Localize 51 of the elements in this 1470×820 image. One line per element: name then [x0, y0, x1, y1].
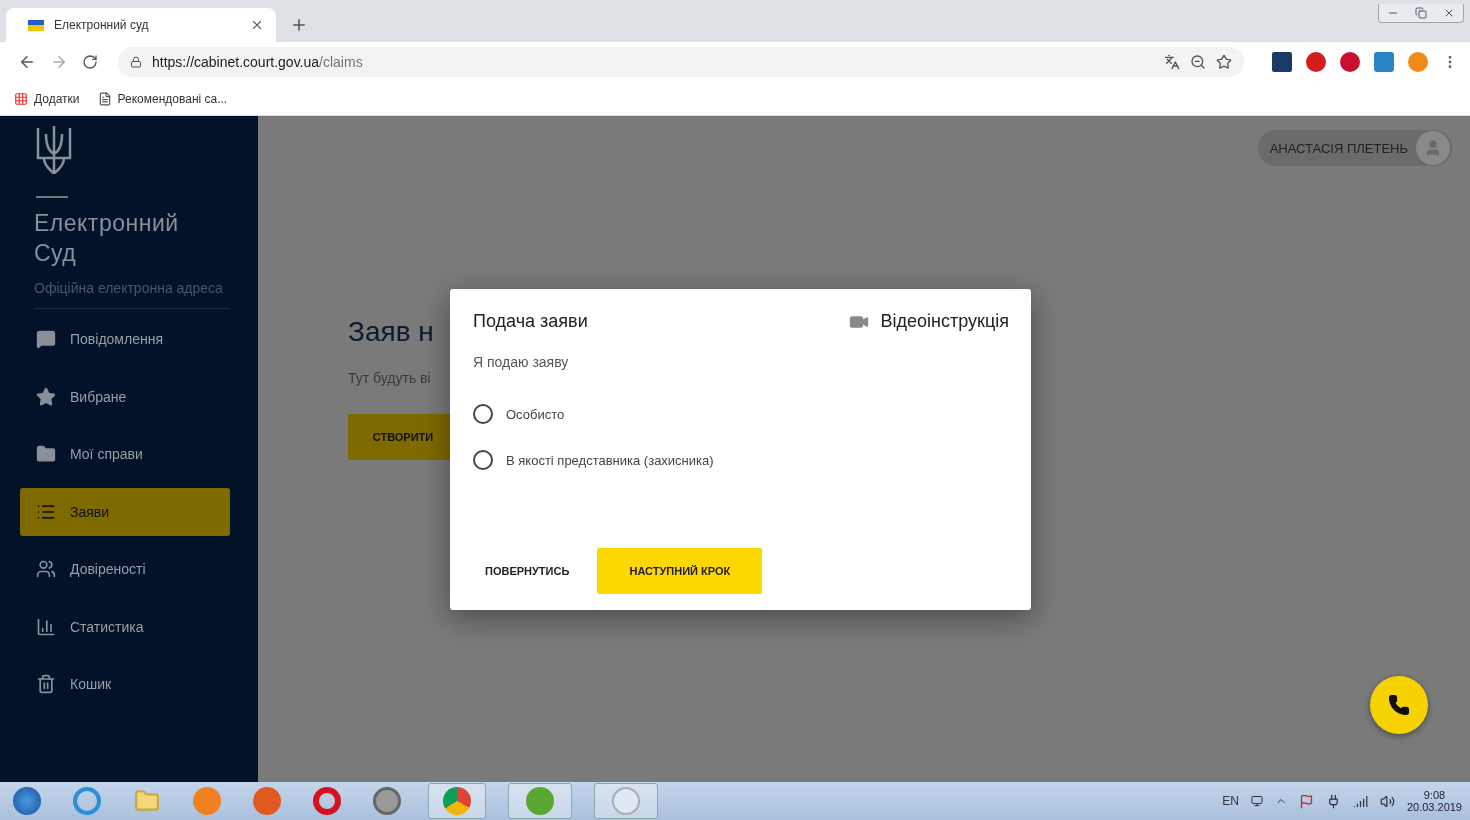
- apps-grid-icon: [14, 91, 28, 106]
- signal-icon[interactable]: [1352, 793, 1368, 809]
- trash-icon: [36, 674, 56, 694]
- flag-icon[interactable]: [1298, 793, 1314, 809]
- display-icon[interactable]: [1250, 795, 1263, 807]
- bookmark-link[interactable]: Рекомендовані са...: [97, 91, 228, 106]
- message-icon: [36, 329, 56, 349]
- language-indicator[interactable]: EN: [1222, 794, 1239, 808]
- page-icon: [97, 91, 112, 106]
- back-button[interactable]: ПОВЕРНУТИСЬ: [473, 551, 582, 591]
- page-heading: Заяв н: [348, 316, 434, 348]
- radio-label[interactable]: Особисто: [506, 406, 565, 422]
- phone-button[interactable]: [1370, 676, 1428, 734]
- chart-icon: [36, 616, 56, 637]
- translate-icon[interactable]: [1164, 54, 1180, 70]
- radio-button[interactable]: [473, 404, 493, 424]
- app-title: Електронний Суд: [34, 209, 180, 268]
- nav-item[interactable]: Статистика: [20, 602, 230, 651]
- folder-icon: [36, 444, 56, 464]
- nav-item[interactable]: Повідомлення: [20, 315, 230, 363]
- flag-icon: [28, 19, 44, 31]
- nav-item[interactable]: Заяви: [20, 487, 230, 536]
- nav-item[interactable]: Мої справи: [20, 430, 230, 478]
- avatar-icon: [1416, 131, 1450, 165]
- browser-tab[interactable]: Електронний суд: [6, 8, 276, 42]
- back-icon[interactable]: [18, 53, 36, 71]
- zoom-out-icon[interactable]: [1190, 54, 1206, 70]
- app-subtitle: Офіційна електронна адреса: [34, 280, 230, 309]
- radio-label[interactable]: В якості представника (захисника): [506, 452, 714, 468]
- nav-item[interactable]: Вибране: [20, 372, 230, 421]
- star-icon[interactable]: [1216, 54, 1232, 70]
- lock-icon: [130, 56, 142, 68]
- nav-item[interactable]: Кошик: [20, 660, 230, 708]
- video-instruction-link[interactable]: Відеоінструкція: [848, 311, 1009, 332]
- dialog-title: Подача заяви: [473, 311, 588, 332]
- phone-icon: [1388, 694, 1410, 716]
- star-icon: [36, 386, 56, 407]
- reload-icon[interactable]: [82, 54, 98, 70]
- dialog-prompt: Я подаю заяву: [473, 354, 570, 370]
- radio-button[interactable]: [473, 450, 493, 470]
- clock[interactable]: 9:08 20.03.2019: [1406, 789, 1462, 813]
- nav-item[interactable]: Довіреності: [20, 545, 230, 593]
- address-bar[interactable]: https://cabinet.court.gov.ua/claims: [118, 47, 1244, 77]
- volume-icon[interactable]: [1379, 793, 1395, 809]
- bookmark-link[interactable]: Додатки: [14, 91, 80, 106]
- forward-icon[interactable]: [50, 53, 68, 71]
- new-tab-icon[interactable]: [290, 16, 308, 34]
- close-icon[interactable]: [250, 18, 264, 32]
- people-icon: [36, 559, 56, 579]
- next-step-button[interactable]: НАСТУПНИЙ КРОК: [597, 548, 763, 594]
- page-text: Тут будуть ві: [348, 370, 431, 386]
